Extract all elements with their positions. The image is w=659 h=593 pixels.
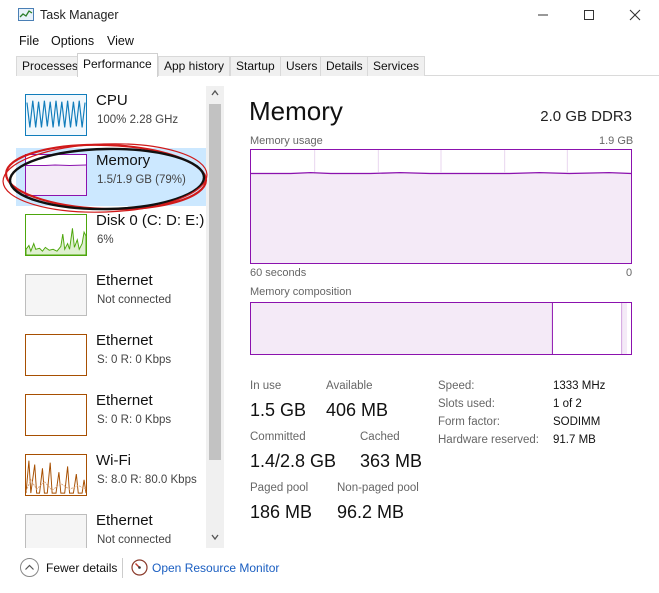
- chevron-down-icon: [211, 534, 219, 541]
- wifi-thumbnail-graph: [25, 454, 87, 496]
- sidebar-item-wifi[interactable]: Wi-Fi S: 8.0 R: 80.0 Kbps: [16, 448, 206, 506]
- sidebar-item-disk[interactable]: Disk 0 (C: D: E:) 6%: [16, 208, 206, 266]
- hardware-reserved-label: Hardware reserved:: [438, 434, 539, 446]
- menu-bar: File Options View: [0, 31, 659, 51]
- sidebar-item-sub: 6%: [97, 234, 114, 246]
- memory-spec: 2.0 GB DDR3: [540, 108, 632, 125]
- window-title: Task Manager: [40, 8, 119, 22]
- sidebar-item-sub: S: 0 R: 0 Kbps: [97, 414, 172, 426]
- paged-pool-label: Paged pool: [250, 482, 309, 494]
- cached-label: Cached: [360, 431, 400, 443]
- scroll-thumb[interactable]: [209, 104, 221, 460]
- ethernet-thumbnail-graph: [25, 514, 87, 548]
- time-span-label: 60 seconds: [250, 267, 307, 279]
- memory-usage-graph: [250, 149, 632, 264]
- tab-app-history[interactable]: App history: [158, 56, 231, 76]
- sidebar-item-ethernet[interactable]: Ethernet S: 0 R: 0 Kbps: [16, 328, 206, 386]
- sidebar-item-name: Ethernet: [96, 392, 153, 409]
- maximize-button[interactable]: [566, 0, 612, 30]
- cached-value: 363 MB: [360, 451, 423, 471]
- memory-thumbnail-graph: [25, 154, 87, 196]
- chevron-up-icon: [211, 89, 219, 96]
- sidebar-item-ethernet[interactable]: Ethernet Not connected: [16, 508, 206, 548]
- sidebar-item-memory[interactable]: Memory 1.5/1.9 GB (79%): [16, 148, 206, 206]
- memory-usage-max: 1.9 GB: [599, 135, 634, 147]
- minimize-icon: [538, 14, 548, 16]
- tab-startup[interactable]: Startup: [230, 56, 281, 76]
- tab-users[interactable]: Users: [280, 56, 324, 76]
- tab-processes[interactable]: Processes: [16, 56, 85, 76]
- memory-heading: Memory: [249, 96, 343, 126]
- scroll-up-button[interactable]: [209, 88, 221, 102]
- tab-performance[interactable]: Performance: [77, 53, 158, 77]
- menu-view[interactable]: View: [107, 34, 134, 48]
- minimize-button[interactable]: [520, 0, 566, 30]
- in-use-label: In use: [250, 380, 282, 392]
- available-value: 406 MB: [326, 400, 389, 420]
- sidebar-item-sub: Not connected: [97, 534, 172, 546]
- sidebar-item-name: Memory: [96, 152, 151, 169]
- in-use-value: 1.5 GB: [250, 400, 307, 420]
- chevron-up-circle-icon[interactable]: [20, 558, 39, 577]
- ethernet-thumbnail-graph: [25, 274, 87, 316]
- sidebar-item-name: Ethernet: [96, 332, 153, 349]
- open-resource-monitor-link[interactable]: Open Resource Monitor: [152, 561, 279, 575]
- chevron-up-icon: [25, 564, 34, 570]
- speed-label: Speed:: [438, 380, 475, 392]
- cpu-thumbnail-graph: [25, 94, 87, 136]
- committed-value: 1.4/2.8 GB: [250, 451, 337, 471]
- sidebar-item-ethernet[interactable]: Ethernet S: 0 R: 0 Kbps: [16, 388, 206, 446]
- time-zero-label: 0: [626, 267, 633, 279]
- sidebar-item-name: CPU: [96, 92, 128, 109]
- tab-details[interactable]: Details: [320, 56, 369, 76]
- sidebar-item-name: Ethernet: [96, 272, 153, 289]
- memory-composition-label: Memory composition: [250, 286, 352, 298]
- fewer-details-button[interactable]: Fewer details: [46, 561, 117, 575]
- form-factor-label: Form factor:: [438, 416, 500, 428]
- disk-thumbnail-graph: [25, 214, 87, 256]
- footer-divider: [122, 558, 123, 578]
- maximize-icon: [584, 10, 594, 20]
- sidebar-item-sub: 1.5/1.9 GB (79%): [97, 174, 186, 186]
- sidebar-item-sub: 100% 2.28 GHz: [97, 114, 179, 126]
- sidebar-item-name: Wi-Fi: [96, 452, 131, 469]
- footer-bar: Fewer details Open Resource Monitor: [0, 553, 659, 583]
- resource-list: CPU 100% 2.28 GHz Memory 1.5/1.9 GB (79%…: [16, 86, 224, 548]
- menu-file[interactable]: File: [19, 34, 39, 48]
- resource-monitor-icon: [131, 559, 148, 576]
- hardware-reserved-value: 91.7 MB: [553, 434, 596, 446]
- committed-label: Committed: [250, 431, 306, 443]
- sidebar-item-ethernet[interactable]: Ethernet Not connected: [16, 268, 206, 326]
- sidebar-item-name: Ethernet: [96, 512, 153, 529]
- sidebar-item-sub: Not connected: [97, 294, 172, 306]
- close-button[interactable]: [612, 0, 658, 30]
- form-factor-value: SODIMM: [553, 416, 601, 428]
- nonpaged-pool-label: Non-paged pool: [337, 482, 419, 494]
- tab-bar: Processes Performance App history Startu…: [16, 53, 659, 77]
- sidebar-item-sub: S: 8.0 R: 80.0 Kbps: [97, 474, 197, 486]
- menu-options[interactable]: Options: [51, 34, 94, 48]
- tab-services[interactable]: Services: [367, 56, 426, 76]
- memory-usage-label: Memory usage: [250, 135, 323, 147]
- sidebar-item-sub: S: 0 R: 0 Kbps: [97, 354, 172, 366]
- task-manager-icon: [18, 8, 34, 21]
- title-bar: Task Manager: [0, 0, 659, 30]
- ethernet-thumbnail-graph: [25, 394, 87, 436]
- sidebar-item-name: Disk 0 (C: D: E:): [96, 212, 205, 229]
- close-icon: [629, 9, 641, 21]
- available-label: Available: [326, 380, 373, 392]
- ethernet-thumbnail-graph: [25, 334, 87, 376]
- speed-value: 1333 MHz: [553, 380, 606, 392]
- sidebar-scrollbar[interactable]: [206, 86, 224, 548]
- paged-pool-value: 186 MB: [250, 502, 313, 522]
- slots-label: Slots used:: [438, 398, 495, 410]
- memory-composition-bar: [250, 302, 632, 355]
- nonpaged-pool-value: 96.2 MB: [337, 502, 405, 522]
- sidebar-item-cpu[interactable]: CPU 100% 2.28 GHz: [16, 88, 206, 146]
- slots-value: 1 of 2: [553, 398, 582, 410]
- scroll-down-button[interactable]: [209, 532, 221, 546]
